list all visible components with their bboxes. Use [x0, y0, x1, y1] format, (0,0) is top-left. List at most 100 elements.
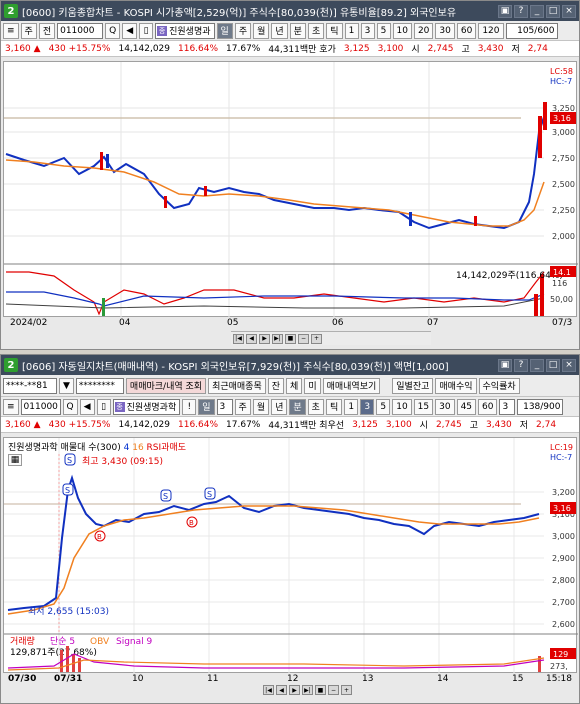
scroll-nav-bar[interactable]: |◀ ◀ ▶ ▶| ■ − + [231, 331, 431, 345]
period-year-button[interactable]: 년 [271, 22, 288, 39]
period-month-button[interactable]: 월 [253, 22, 270, 39]
interval-1-button[interactable]: 1 [344, 22, 359, 39]
market-filter-select[interactable]: 전 [38, 22, 56, 39]
interval-20-button[interactable]: 20 [413, 22, 434, 39]
account-select[interactable]: ****-**81 [3, 377, 57, 394]
menu-icon[interactable]: ≡ [3, 22, 19, 39]
period-month-button[interactable]: 월 [252, 398, 270, 415]
unexecuted-button[interactable]: 미 [304, 377, 321, 394]
close-icon[interactable]: × [562, 358, 576, 372]
period-day-button[interactable]: 일 [216, 22, 233, 39]
zoom-in-icon[interactable]: + [311, 333, 322, 344]
volume-legend: 거래량 단순 5 OBV Signal 9 129,871주(27.68%) [10, 635, 153, 658]
chart-toolbar: ≡ 주 전 011000 Q ◀ ▯ 종 진원생명과 일 주 월 년 분 초 틱… [1, 21, 579, 41]
help-icon[interactable]: ? [514, 4, 528, 18]
next-icon[interactable]: ▶ [289, 685, 300, 695]
dock-icon[interactable]: ▣ [498, 4, 512, 18]
page-count-field[interactable]: 138/900 [517, 398, 564, 415]
period-week-button[interactable]: 주 [234, 22, 252, 39]
stock-code-input[interactable]: 011000 [57, 22, 104, 39]
market-mode-select[interactable]: 주 [20, 22, 37, 39]
daily-balance-button[interactable]: 일별잔고 [392, 377, 434, 394]
interval-10-button[interactable]: 10 [392, 398, 412, 415]
stock-name-field[interactable]: 종 진원생명과학 [112, 398, 181, 415]
next-icon[interactable]: ▶ [259, 333, 270, 344]
interval-45-button[interactable]: 45 [456, 398, 477, 415]
price-series [5, 116, 545, 230]
zoom-out-icon[interactable]: − [298, 333, 309, 344]
prev-icon[interactable]: ◀ [246, 333, 257, 344]
lock-icon[interactable]: ▯ [139, 22, 154, 39]
speaker-icon[interactable]: ◀ [79, 398, 95, 415]
last-icon[interactable]: ▶| [302, 685, 313, 695]
scroll-nav-bar[interactable]: |◀ ◀ ▶ ▶| ■ − + [261, 683, 381, 697]
buy-marker-label: B [189, 519, 194, 527]
interval-120-button[interactable]: 120 [478, 22, 504, 39]
minimize-icon[interactable]: _ [530, 358, 544, 372]
period-tick-button[interactable]: 틱 [326, 22, 343, 39]
search-icon[interactable]: Q [105, 22, 121, 39]
period-day-button[interactable]: 일 [198, 398, 215, 415]
chart-toolbar: ≡ 011000 Q ◀ ▯ 종 진원생명과학 ! 일 3 주 월 년 분 초 … [1, 397, 579, 417]
volume: 14,142,029 [118, 419, 170, 430]
y-tick-2800: 2,800 [552, 576, 575, 585]
indicator-toggle-icon[interactable]: ▦ [8, 454, 22, 466]
stock-code-input[interactable]: 011000 [20, 398, 61, 415]
interval-1-button[interactable]: 1 [344, 398, 359, 415]
zoom-in-icon[interactable]: + [341, 685, 352, 695]
interval-15-button[interactable]: 15 [413, 398, 434, 415]
prev-icon[interactable]: ◀ [276, 685, 287, 695]
search-icon[interactable]: Q [62, 398, 78, 415]
interval-5-button[interactable]: 5 [376, 398, 391, 415]
executed-button[interactable]: 체 [286, 377, 303, 394]
title-bar: 2 [0600] 키움종합차트 - KOSPI 시가총액[2,529(억)] 주… [1, 1, 579, 21]
interval-3-button[interactable]: 3 [360, 22, 375, 39]
period-second-button[interactable]: 초 [307, 22, 325, 39]
zoom-out-icon[interactable]: − [328, 685, 339, 695]
stop-icon[interactable]: ■ [285, 333, 296, 344]
trade-history-button[interactable]: 매매내역보기 [322, 377, 381, 394]
stock-name-field[interactable]: 종 진원생명과 [155, 22, 215, 39]
yield-chart-button[interactable]: 수익률차 [478, 377, 520, 394]
period-week-button[interactable]: 주 [234, 398, 251, 415]
interval-60-button[interactable]: 60 [478, 398, 498, 415]
account-dropdown-icon[interactable]: ▼ [59, 377, 74, 394]
price-chart-panel[interactable]: 14,142,029주(116.64%) 3,250 3,000 2,750 2… [3, 61, 578, 328]
trade-profit-button[interactable]: 매매수익 [435, 377, 477, 394]
interval-60-button[interactable]: 60 [456, 22, 477, 39]
maximize-icon[interactable]: □ [546, 4, 560, 18]
period-year-button[interactable]: 년 [271, 398, 288, 415]
recent-trade-button[interactable]: 최근매매종목 [208, 377, 266, 394]
first-icon[interactable]: |◀ [233, 333, 244, 344]
period-minute-button[interactable]: 분 [289, 398, 306, 415]
interval-3-button[interactable]: 3 [360, 398, 375, 415]
trade-mark-query-button[interactable]: 매매마크/내역 조회 [125, 377, 207, 394]
password-input[interactable]: ******** [75, 377, 124, 394]
alert-button[interactable]: ! [182, 398, 197, 415]
period-count-input[interactable]: 3 [216, 398, 233, 415]
price-chart-panel[interactable]: 진원생명과학 매물대 수(300) 4 16 RSI과매도 ▦ S S S S … [3, 437, 578, 684]
first-icon[interactable]: |◀ [263, 685, 274, 695]
lock-icon[interactable]: ▯ [96, 398, 111, 415]
speaker-icon[interactable]: ◀ [122, 22, 138, 39]
menu-icon[interactable]: ≡ [3, 398, 19, 415]
interval-5-button[interactable]: 5 [376, 22, 391, 39]
period-second-button[interactable]: 초 [307, 398, 324, 415]
volume-note: 14,142,029주(116.64%) [456, 270, 563, 281]
minimize-icon[interactable]: _ [530, 4, 544, 18]
period-tick-button[interactable]: 틱 [325, 398, 343, 415]
help-icon[interactable]: ? [514, 358, 528, 372]
stop-icon[interactable]: ■ [315, 685, 326, 695]
balance-button[interactable]: 잔 [267, 377, 285, 394]
close-icon[interactable]: × [562, 4, 576, 18]
maximize-icon[interactable]: □ [546, 358, 560, 372]
page-count-field[interactable]: 105/600 [505, 22, 558, 39]
interval-count-input[interactable]: 3 [499, 398, 516, 415]
period-minute-button[interactable]: 분 [289, 22, 306, 39]
interval-30-button[interactable]: 30 [435, 22, 455, 39]
legend-ma16: 16 [132, 443, 144, 453]
dock-icon[interactable]: ▣ [498, 358, 512, 372]
interval-10-button[interactable]: 10 [392, 22, 412, 39]
last-icon[interactable]: ▶| [272, 333, 283, 344]
interval-30-button[interactable]: 30 [435, 398, 455, 415]
